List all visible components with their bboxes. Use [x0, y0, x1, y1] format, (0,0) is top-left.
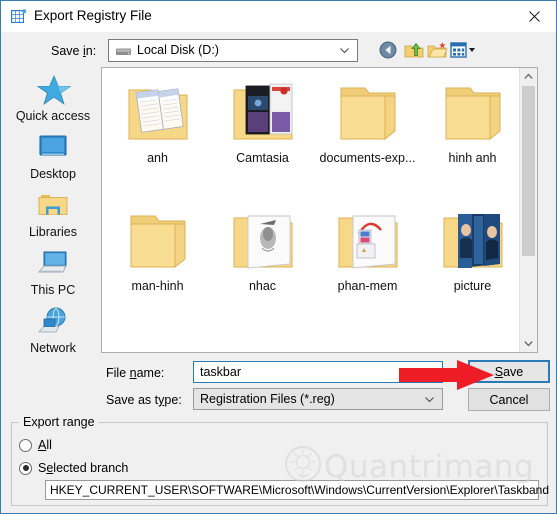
- file-label: picture: [453, 279, 492, 293]
- place-label: Network: [30, 341, 76, 355]
- radio-selected-branch[interactable]: Selected branch: [19, 461, 128, 475]
- selected-branch-input[interactable]: HKEY_CURRENT_USER\SOFTWARE\Microsoft\Win…: [45, 480, 549, 500]
- close-icon: [528, 10, 540, 22]
- file-item[interactable]: man-hinh: [105, 204, 210, 293]
- file-label: anh: [147, 151, 168, 165]
- save-in-label: Save in:: [51, 44, 97, 58]
- file-item[interactable]: hinh anh: [420, 76, 525, 165]
- save-as-type-value: Registration Files (*.reg): [200, 392, 335, 406]
- file-item[interactable]: anh: [105, 76, 210, 165]
- folder-with-picture-icon: [443, 214, 502, 268]
- places-bar: Quick access Desktop Libraries This PC N…: [7, 73, 99, 363]
- file-list-view[interactable]: anh Camtasia documents-exp... hinh anh m…: [101, 67, 538, 353]
- radio-all-indicator: [19, 438, 32, 452]
- save-in-value: Local Disk (D:): [137, 43, 219, 57]
- place-label: Desktop: [30, 167, 76, 181]
- file-item[interactable]: Camtasia: [210, 76, 315, 165]
- radio-all[interactable]: All: [19, 438, 52, 452]
- save-as-type-label: Save as type:: [106, 393, 182, 407]
- export-registry-file-dialog: Export Registry File Save in: Local Disk…: [0, 0, 557, 514]
- file-grid: anh Camtasia documents-exp... hinh anh m…: [102, 68, 519, 352]
- scrollbar-thumb[interactable]: [522, 86, 535, 256]
- folder-with-photo-icon: [233, 215, 292, 269]
- place-label: This PC: [30, 283, 76, 297]
- cancel-button[interactable]: Cancel: [468, 388, 550, 411]
- file-label: phan-mem: [337, 279, 398, 293]
- file-name-input[interactable]: taskbar: [193, 361, 443, 383]
- quick-access-star-icon: [36, 74, 72, 106]
- export-range-title: Export range: [19, 415, 99, 429]
- file-name-value: taskbar: [200, 365, 241, 379]
- scroll-up-button[interactable]: [520, 68, 537, 85]
- scroll-down-button[interactable]: [520, 335, 537, 352]
- views-button[interactable]: [449, 39, 479, 61]
- file-label: hinh anh: [448, 151, 497, 165]
- chevron-down-icon: [340, 48, 349, 54]
- file-item[interactable]: phan-mem: [315, 204, 420, 293]
- create-new-folder-button[interactable]: [426, 39, 448, 61]
- back-button[interactable]: [377, 39, 399, 61]
- file-label: nhac: [248, 279, 277, 293]
- radio-all-label: All: [38, 438, 52, 452]
- libraries-folder-icon: [38, 195, 68, 216]
- up-one-level-button[interactable]: [403, 39, 425, 61]
- chevron-up-icon: [524, 73, 533, 79]
- file-name-label: File name:: [106, 366, 165, 380]
- window-title: Export Registry File: [34, 8, 152, 23]
- radio-selected-branch-indicator: [19, 461, 32, 475]
- folder-empty-icon: [340, 87, 395, 141]
- registry-editor-icon: [11, 9, 27, 23]
- save-button[interactable]: Save: [468, 360, 550, 383]
- file-label: documents-exp...: [319, 151, 416, 165]
- place-desktop[interactable]: Desktop: [7, 131, 99, 189]
- folder-empty-icon: [445, 87, 500, 141]
- chevron-down-icon: [524, 341, 533, 347]
- place-quick-access[interactable]: Quick access: [7, 73, 99, 131]
- file-label: Camtasia: [236, 151, 289, 165]
- close-button[interactable]: [512, 1, 556, 31]
- save-as-type-combobox[interactable]: Registration Files (*.reg): [193, 388, 443, 410]
- selected-branch-value: HKEY_CURRENT_USER\SOFTWARE\Microsoft\Win…: [50, 483, 550, 497]
- file-item[interactable]: picture: [420, 204, 525, 293]
- save-in-combobox[interactable]: Local Disk (D:): [108, 39, 358, 62]
- place-label: Quick access: [15, 109, 91, 123]
- chevron-down-icon: [425, 397, 434, 403]
- desktop-monitor-icon: [39, 135, 67, 156]
- place-this-pc[interactable]: This PC: [7, 247, 99, 305]
- folder-with-app-icon: [338, 215, 397, 269]
- title-bar: Export Registry File: [1, 1, 556, 32]
- folder-empty-icon: [130, 215, 185, 269]
- place-libraries[interactable]: Libraries: [7, 189, 99, 247]
- folder-with-media-icon: [233, 83, 292, 140]
- network-globe-icon: [38, 307, 66, 333]
- file-label: man-hinh: [131, 279, 184, 293]
- radio-selected-branch-label: Selected branch: [38, 461, 129, 475]
- file-item[interactable]: nhac: [210, 204, 315, 293]
- folder-with-documents-icon: [128, 88, 187, 140]
- place-label: Libraries: [29, 225, 77, 239]
- place-network[interactable]: Network: [7, 305, 99, 363]
- file-list-scrollbar[interactable]: [519, 68, 537, 352]
- file-item[interactable]: documents-exp...: [315, 76, 420, 165]
- this-pc-computer-icon: [38, 251, 67, 273]
- hard-drive-icon: [116, 48, 131, 55]
